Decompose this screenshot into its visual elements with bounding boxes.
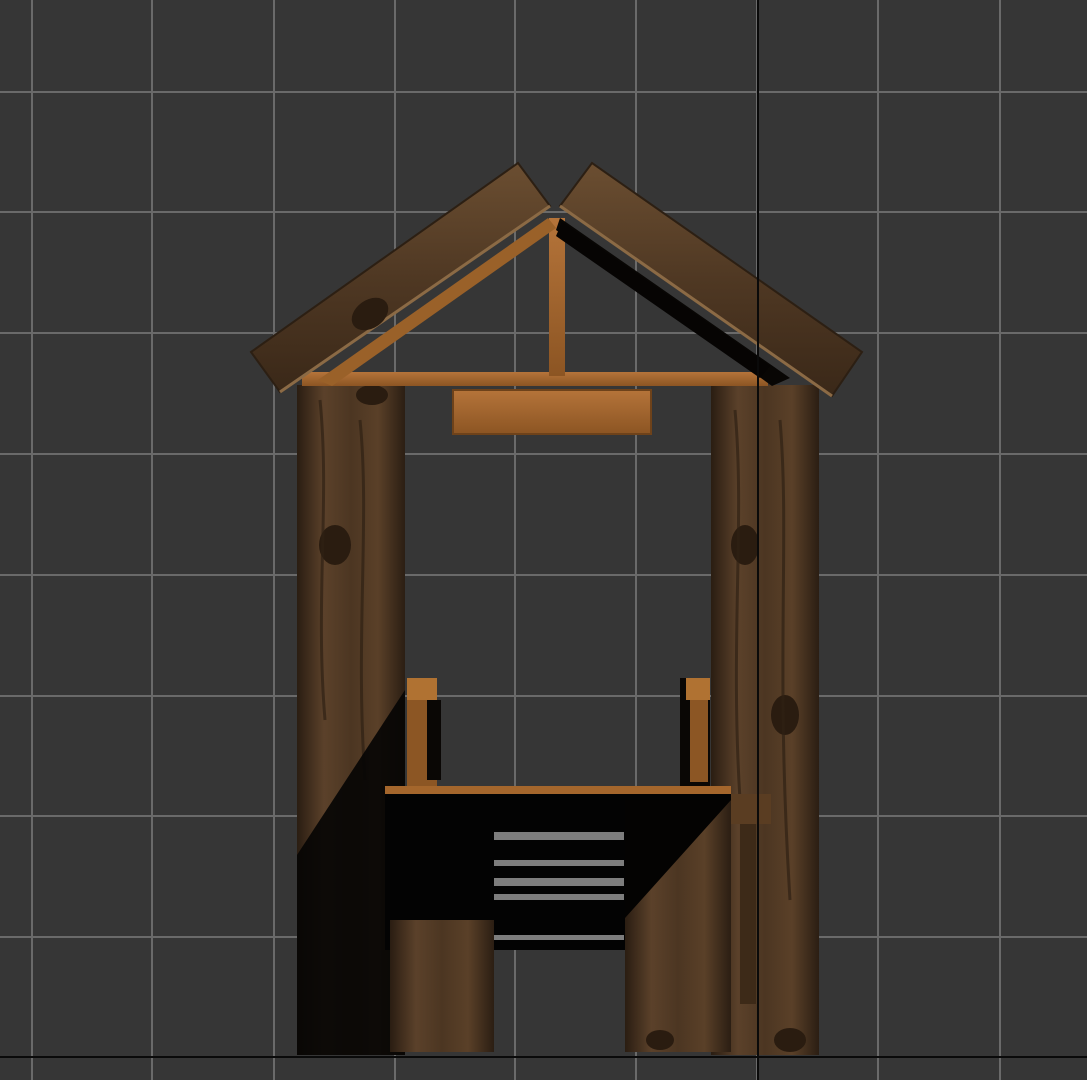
3d-viewport[interactable] <box>0 0 1087 1080</box>
roof-right[interactable] <box>558 161 864 398</box>
well-box-rim <box>385 786 731 794</box>
wood-knot <box>731 525 759 565</box>
roof-right-edge <box>559 204 833 398</box>
crank-support-right[interactable] <box>680 678 710 786</box>
well-side-post <box>740 824 756 1004</box>
base-log-left[interactable] <box>390 920 494 1052</box>
roof-left-edge <box>279 204 551 394</box>
viewport-canvas[interactable] <box>0 0 1087 1080</box>
wooden-well-model[interactable] <box>249 161 864 1055</box>
wood-knot <box>646 1030 674 1050</box>
wood-knot <box>774 1028 806 1052</box>
sign-plank[interactable] <box>452 389 652 435</box>
roof-left[interactable] <box>249 161 552 394</box>
wood-knot <box>356 385 388 405</box>
crank-support-left[interactable] <box>407 678 441 786</box>
wood-knot <box>771 695 799 735</box>
cross-beam[interactable] <box>302 372 768 386</box>
king-post[interactable] <box>549 218 565 376</box>
well-side-board <box>731 794 771 824</box>
